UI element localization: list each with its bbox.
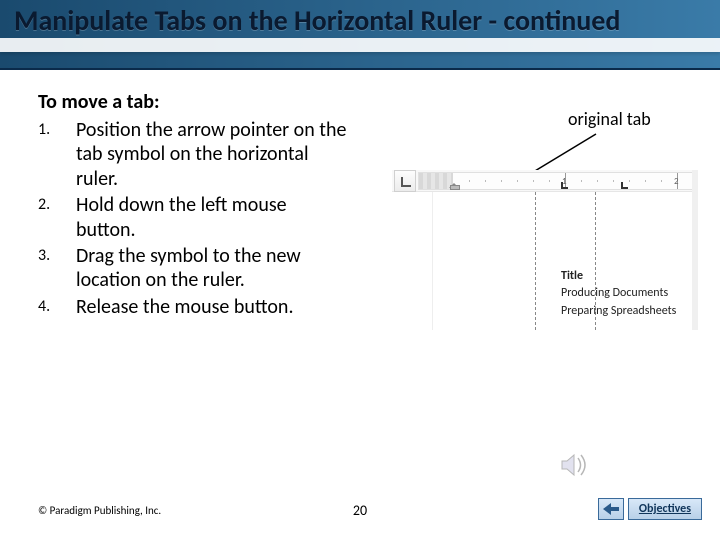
- slide-footer: © Paradigm Publishing, Inc. 20 Objective…: [0, 490, 720, 530]
- tab-stop-original-icon: [561, 182, 568, 189]
- step-item: Position the arrow pointer on the tab sy…: [68, 118, 348, 191]
- nav-button-group: Objectives: [598, 498, 702, 520]
- step-item: Drag the symbol to the new location on t…: [68, 244, 348, 293]
- ruler-ticks: 1 2: [453, 173, 697, 189]
- doc-line: Producing Documents: [561, 285, 676, 302]
- doc-line: Preparing Spreadsheets: [561, 303, 676, 320]
- slide-body: To move a tab: Position the arrow pointe…: [38, 90, 700, 460]
- ruler-margin-area: [419, 173, 453, 189]
- objectives-label: Objectives: [639, 502, 691, 516]
- ruler-track: 1 2: [418, 172, 698, 190]
- doc-line-title: Title: [561, 268, 676, 285]
- copyright-text: © Paradigm Publishing, Inc.: [38, 504, 161, 517]
- ruler-number: 2: [674, 176, 679, 187]
- tab-selector-button: [394, 170, 416, 192]
- callout-label: original tab: [568, 108, 651, 130]
- step-item: Release the mouse button.: [68, 295, 348, 319]
- audio-icon: [556, 448, 590, 482]
- vertical-scrollbar: [692, 170, 698, 330]
- steps-list: Position the arrow pointer on the tab sy…: [68, 118, 348, 319]
- back-button[interactable]: [598, 498, 624, 520]
- horizontal-ruler: 1 2: [392, 170, 698, 192]
- drag-guide-original: [535, 192, 536, 330]
- illustration-column: original tab 1: [378, 90, 700, 350]
- document-text: Title Producing Documents Preparing Spre…: [561, 268, 676, 320]
- tab-stop-new-icon: [621, 182, 628, 189]
- document-page: Title Producing Documents Preparing Spre…: [432, 192, 698, 330]
- objectives-button[interactable]: Objectives: [628, 498, 702, 520]
- word-screenshot: 1 2 ↖: [392, 170, 698, 330]
- slide-title: Manipulate Tabs on the Horizontal Ruler …: [0, 0, 720, 35]
- intro-line: To move a tab:: [38, 90, 348, 114]
- instruction-column: To move a tab: Position the arrow pointe…: [38, 90, 348, 321]
- page-number: 20: [353, 502, 367, 519]
- step-item: Hold down the left mouse button.: [68, 193, 348, 242]
